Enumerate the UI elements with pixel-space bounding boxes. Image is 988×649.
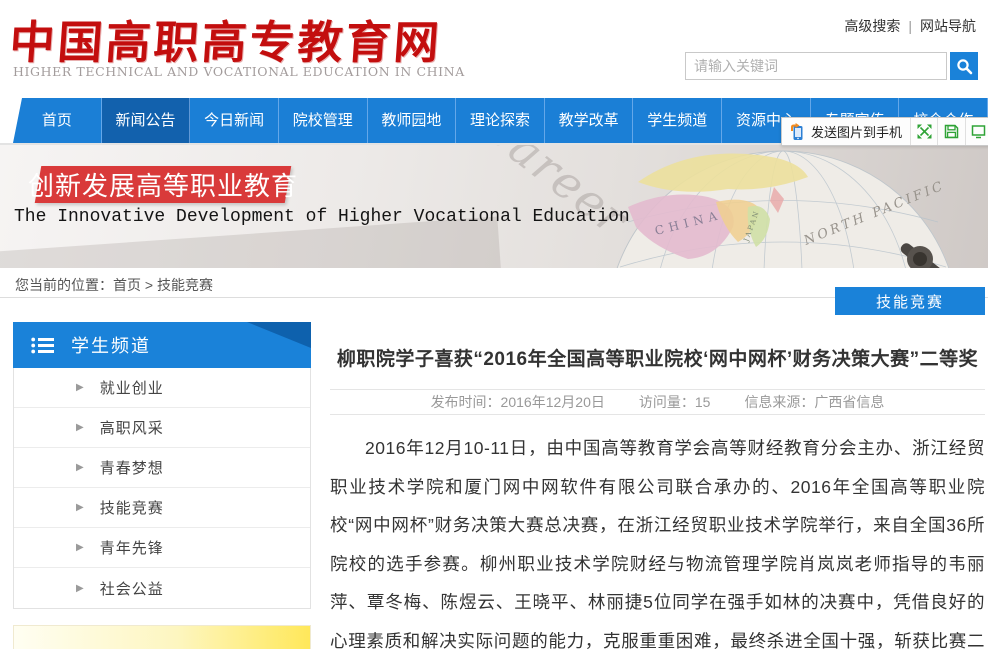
sidebar-item-youth-pioneer[interactable]: ▶ 青年先锋 [14, 528, 310, 568]
category-badge[interactable]: 技能竞赛 [835, 287, 985, 315]
nav-item-news-announce[interactable]: 新闻公告 [102, 98, 191, 143]
triangle-marker-icon: ▶ [76, 462, 84, 473]
save-image-button[interactable] [937, 118, 964, 145]
article-title: 柳职院学子喜获“2016年全国高等职业院校‘网中网杯’财务决策大赛”二等奖 [330, 330, 985, 389]
banner-headline: 创新发展高等职业教育 [28, 166, 298, 203]
globe-image: CHINA JAPAN NORTH PACIFIC [598, 147, 968, 268]
triangle-marker-icon: ▶ [76, 542, 84, 553]
nav-item-college-management[interactable]: 院校管理 [279, 98, 368, 143]
sidebar-item-youth-dream[interactable]: ▶ 青春梦想 [14, 448, 310, 488]
sidebar-promo-banner[interactable] [13, 625, 311, 649]
monitor-icon [971, 124, 986, 139]
breadcrumb-prefix: 您当前的位置： [15, 277, 113, 293]
sidebar-item-social-welfare[interactable]: ▶ 社会公益 [14, 568, 310, 608]
sidebar-item-vocational-style[interactable]: ▶ 高职风采 [14, 408, 310, 448]
nav-item-teaching-reform[interactable]: 教学改革 [545, 98, 634, 143]
site-header: 中国高职高专教育网 HIGHER TECHNICAL AND VOCATIONA… [0, 0, 988, 98]
site-logo[interactable]: 中国高职高专教育网 [8, 6, 445, 71]
expand-image-button[interactable] [910, 118, 937, 145]
breadcrumb-home-link[interactable]: 首页 [113, 277, 141, 293]
breadcrumb-separator: > [145, 277, 153, 293]
sidebar-item-label: 技能竞赛 [100, 497, 164, 518]
article-body: 2016年12月10-11日，由中国高等教育学会高等财经教育分会主办、浙江经贸职… [330, 429, 985, 649]
publish-time: 发布时间：2016年12月20日 [431, 392, 605, 412]
article: 柳职院学子喜获“2016年全国高等职业院校‘网中网杯’财务决策大赛”二等奖 发布… [330, 330, 985, 649]
banner-ribbon: 创新发展高等职业教育 [35, 166, 292, 203]
sidebar-header-fold [247, 322, 311, 348]
triangle-marker-icon: ▶ [76, 382, 84, 393]
article-paragraph: 2016年12月10-11日，由中国高等教育学会高等财经教育分会主办、浙江经贸职… [330, 429, 985, 649]
search-bar [685, 52, 978, 80]
save-icon [944, 124, 959, 139]
list-icon [31, 337, 55, 354]
visit-count: 访问量：15 [639, 392, 711, 412]
advanced-search-link[interactable]: 高级搜索 [844, 18, 900, 34]
sidebar-item-label: 社会公益 [100, 578, 164, 599]
nav-item-home[interactable]: 首页 [13, 98, 102, 143]
send-to-phone-button[interactable]: 发送图片到手机 [782, 122, 910, 141]
sidebar: 学生频道 ▶ 就业创业 ▶ 高职风采 ▶ 青春梦想 ▶ 技能竞赛 ▶ 青年先锋 [13, 322, 311, 609]
nav-item-student-channel[interactable]: 学生频道 [633, 98, 722, 143]
banner-subheadline: The Innovative Development of Higher Voc… [14, 207, 630, 227]
sidebar-item-label: 就业创业 [100, 377, 164, 398]
hero-banner: Career CHINA JAPA [0, 145, 988, 268]
site-logo-subtitle: HIGHER TECHNICAL AND VOCATIONAL EDUCATIO… [13, 64, 465, 79]
link-separator: | [908, 18, 912, 34]
sidebar-item-label: 高职风采 [100, 417, 164, 438]
search-icon [956, 58, 973, 75]
nav-item-today-news[interactable]: 今日新闻 [190, 98, 279, 143]
sidebar-item-label: 青春梦想 [100, 457, 164, 478]
search-button[interactable] [950, 52, 978, 80]
search-input[interactable] [685, 52, 947, 80]
info-source: 信息来源：广西省信息 [744, 392, 884, 412]
site-nav-link[interactable]: 网站导航 [920, 18, 976, 34]
nav-item-theory[interactable]: 理论探索 [456, 98, 545, 143]
image-toolbar-overlay: 发送图片到手机 [781, 117, 988, 146]
sidebar-title: 学生频道 [71, 332, 151, 358]
sidebar-menu: ▶ 就业创业 ▶ 高职风采 ▶ 青春梦想 ▶ 技能竞赛 ▶ 青年先锋 ▶ 社会公… [13, 368, 311, 609]
breadcrumb: 您当前的位置：首页 > 技能竞赛 [15, 275, 213, 295]
sidebar-item-employment[interactable]: ▶ 就业创业 [14, 368, 310, 408]
article-meta: 发布时间：2016年12月20日 访问量：15 信息来源：广西省信息 [330, 389, 985, 415]
sidebar-item-skill-competition[interactable]: ▶ 技能竞赛 [14, 488, 310, 528]
triangle-marker-icon: ▶ [76, 583, 84, 594]
page: 中国高职高专教育网 HIGHER TECHNICAL AND VOCATIONA… [0, 0, 988, 649]
nav-item-teacher-area[interactable]: 教师园地 [368, 98, 457, 143]
triangle-marker-icon: ▶ [76, 502, 84, 513]
expand-icon [917, 124, 932, 139]
send-to-phone-label: 发送图片到手机 [811, 122, 902, 141]
header-links: 高级搜索 | 网站导航 [844, 16, 976, 36]
more-image-tool-button[interactable] [965, 118, 988, 145]
breadcrumb-current: 技能竞赛 [157, 277, 213, 293]
sidebar-header: 学生频道 [13, 322, 311, 368]
sidebar-item-label: 青年先锋 [100, 537, 164, 558]
phone-send-icon [790, 123, 805, 141]
triangle-marker-icon: ▶ [76, 422, 84, 433]
